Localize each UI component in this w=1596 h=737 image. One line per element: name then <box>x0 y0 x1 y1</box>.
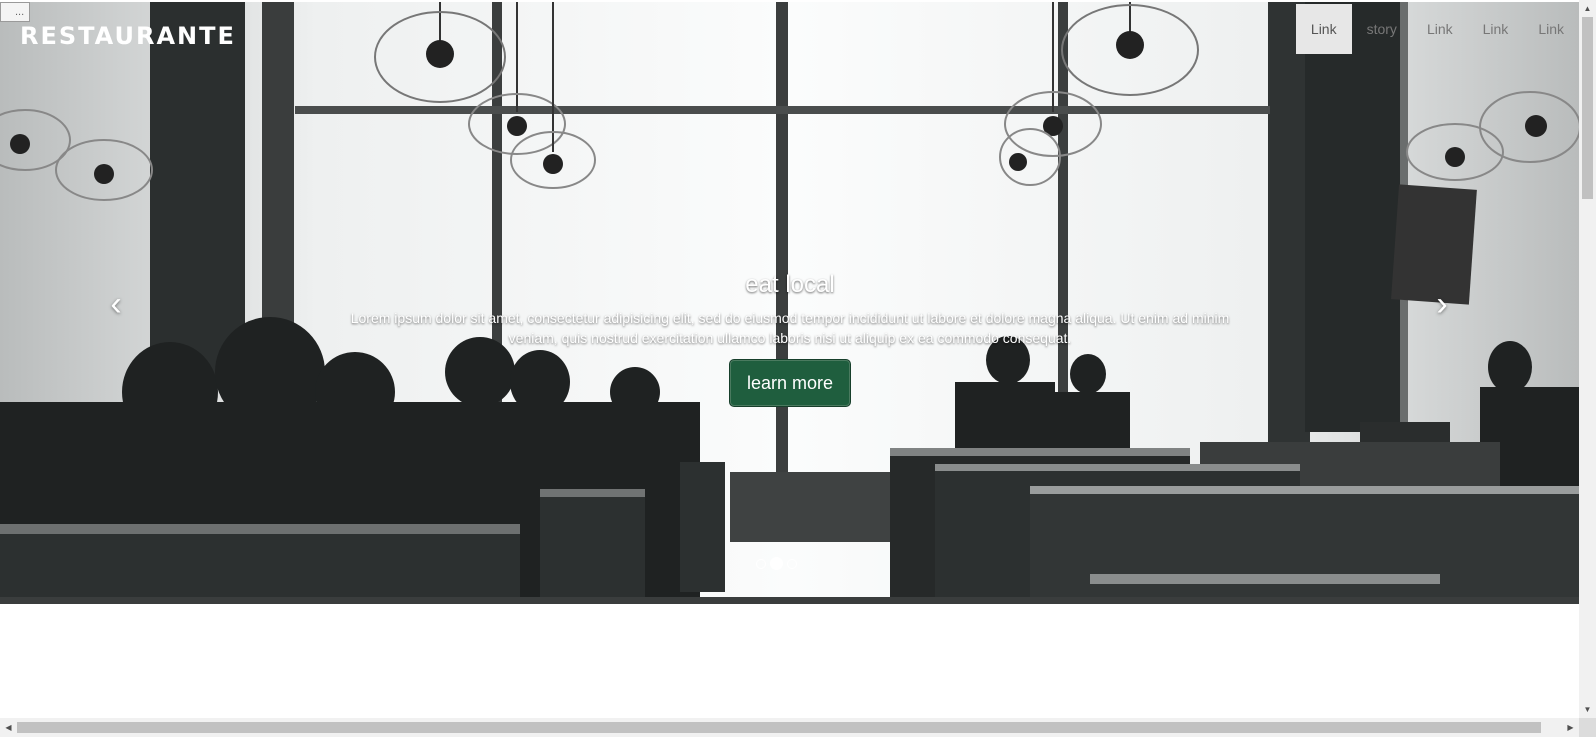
nav-link-4[interactable]: Link <box>1468 4 1524 54</box>
scroll-down-arrow-icon[interactable]: ▼ <box>1579 701 1596 718</box>
nav-link-1[interactable]: Link <box>1295 4 1352 54</box>
top-nav: Link story Link Link Link <box>1295 4 1579 54</box>
horizontal-scroll-thumb[interactable] <box>17 722 1541 733</box>
horizontal-scrollbar[interactable]: ◀ ▶ <box>0 718 1579 737</box>
hero-carousel: RESTAURANTE Link story Link Link Link ‹ … <box>0 2 1579 604</box>
caption-text: Lorem ipsum dolor sit amet, consectetur … <box>350 310 1230 346</box>
nav-link-3[interactable]: Link <box>1412 4 1468 54</box>
carousel-caption: eat local Lorem ipsum dolor sit amet, co… <box>335 270 1245 406</box>
scrollbar-corner <box>1579 718 1596 737</box>
vertical-scroll-thumb[interactable] <box>1582 17 1593 199</box>
page-viewport: RESTAURANTE Link story Link Link Link ‹ … <box>0 0 1579 718</box>
carousel-next-control[interactable]: › <box>1422 284 1462 324</box>
brand-logo[interactable]: RESTAURANTE <box>20 22 236 50</box>
scroll-up-arrow-icon[interactable]: ▲ <box>1579 0 1596 17</box>
nav-link-5[interactable]: Link <box>1523 4 1579 54</box>
learn-more-button[interactable]: learn more <box>729 360 851 406</box>
scroll-left-arrow-icon[interactable]: ◀ <box>0 718 17 737</box>
chevron-right-icon: › <box>1436 285 1448 323</box>
broken-image-icon: ... <box>0 2 30 22</box>
scroll-right-arrow-icon[interactable]: ▶ <box>1562 718 1579 737</box>
caption-title: eat local <box>745 271 835 298</box>
nav-link-story[interactable]: story <box>1352 4 1412 54</box>
carousel-indicator-2[interactable] <box>770 557 783 570</box>
carousel-indicator-1[interactable] <box>756 558 766 569</box>
carousel-indicator-3[interactable] <box>787 558 797 569</box>
chevron-left-icon: ‹ <box>110 285 122 323</box>
vertical-scrollbar[interactable]: ▲ ▼ <box>1579 0 1596 718</box>
carousel-prev-control[interactable]: ‹ <box>96 284 136 324</box>
carousel-indicators <box>756 557 797 570</box>
